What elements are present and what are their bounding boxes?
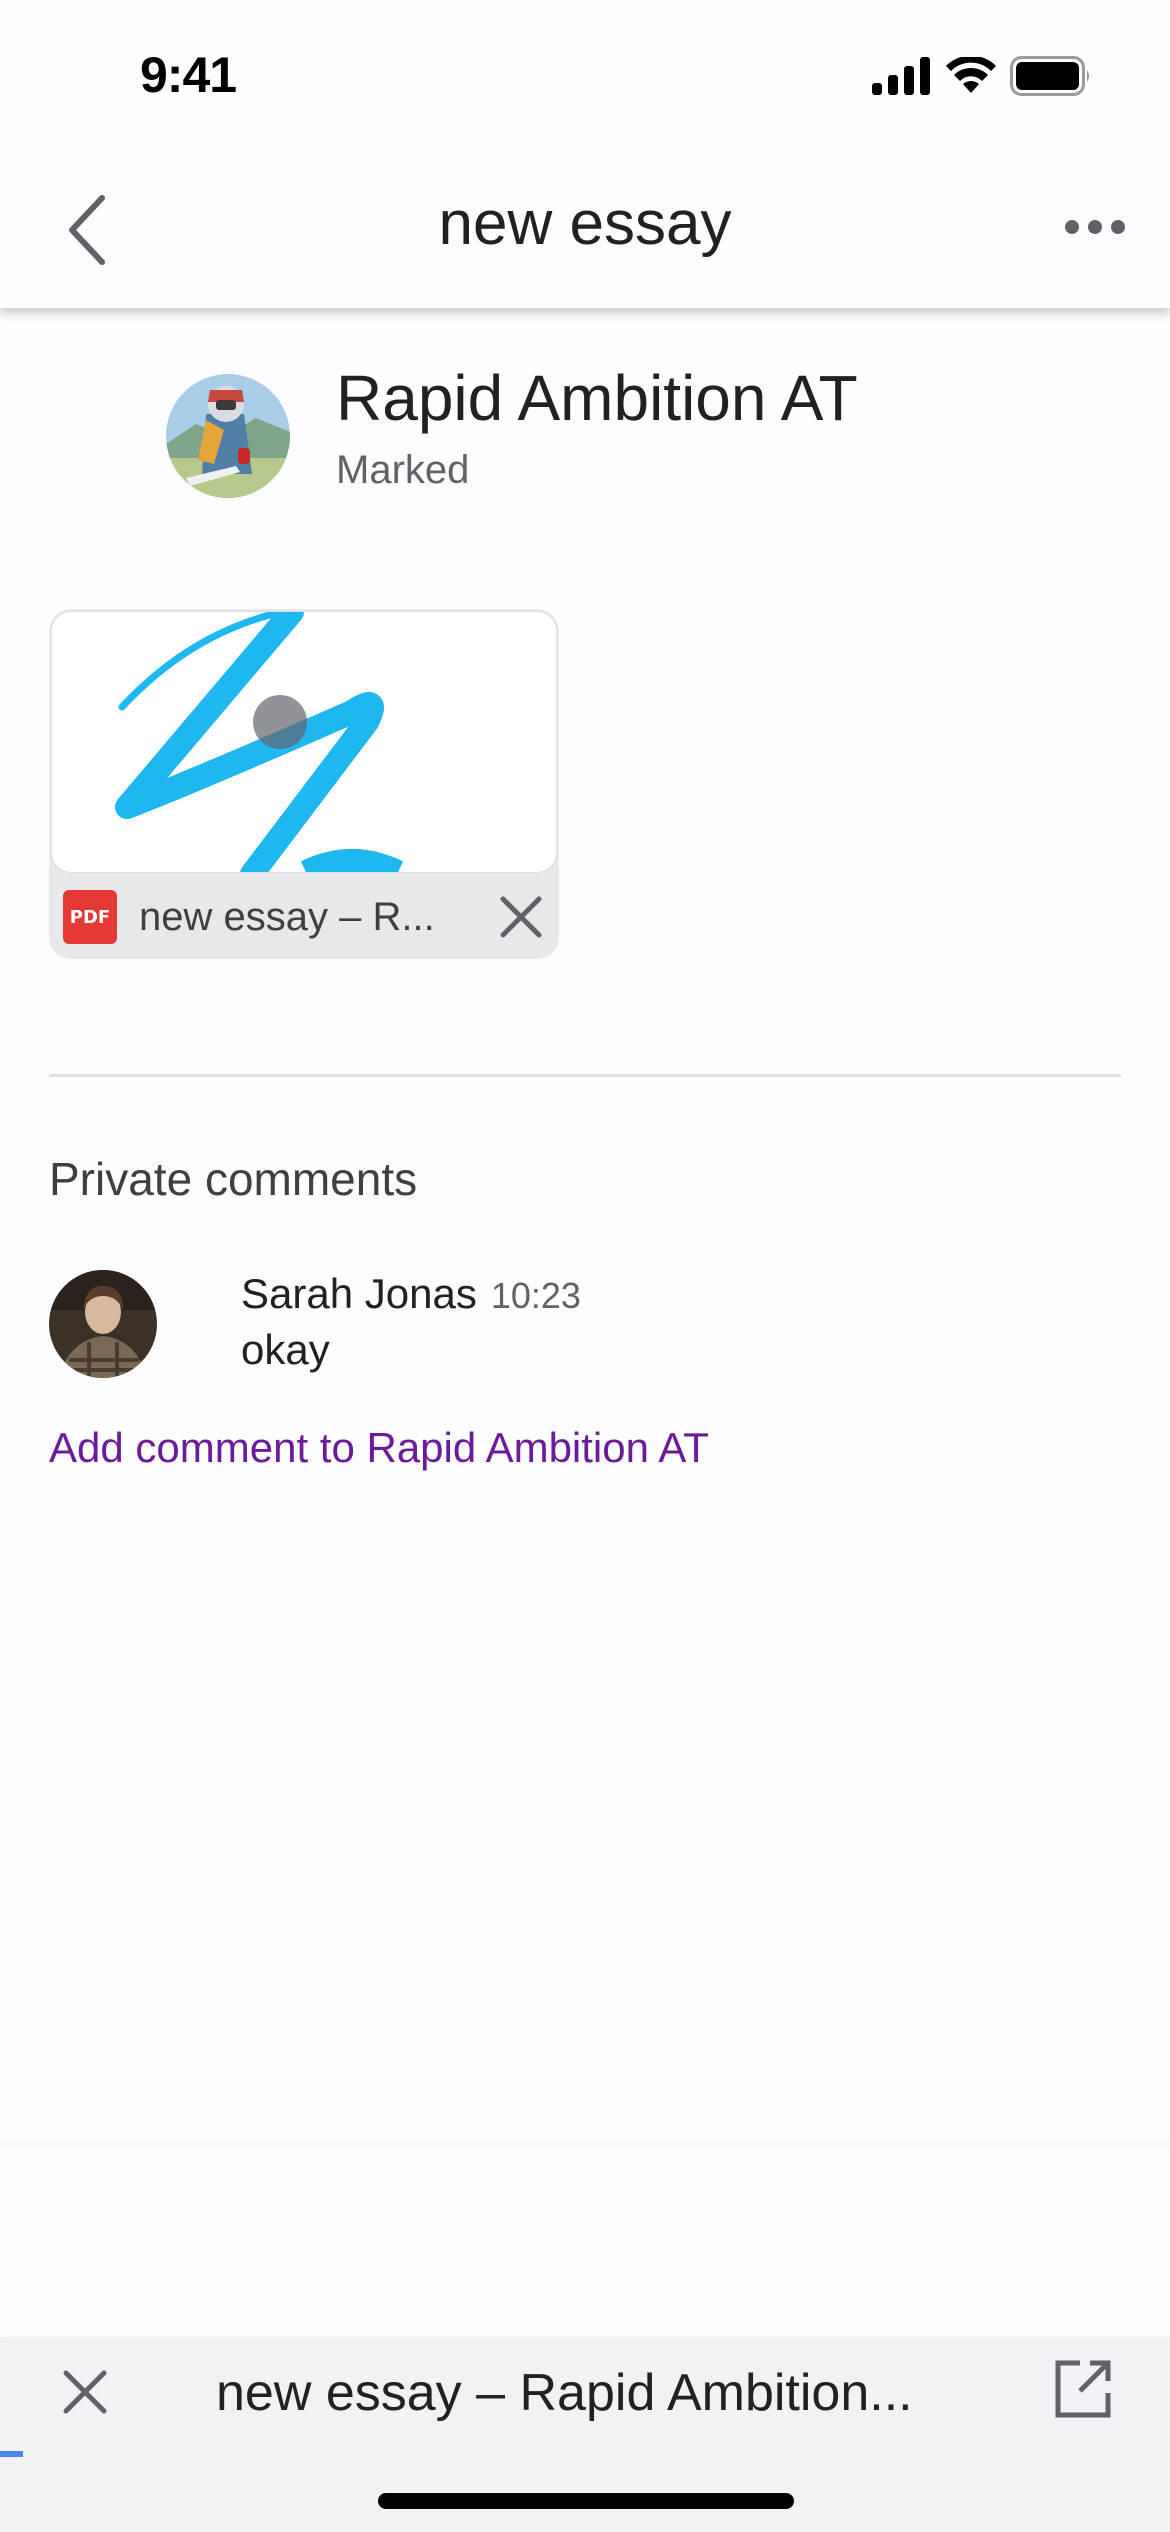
attachment-footer: PDF new essay – R... [49, 875, 559, 959]
comment-timestamp: 10:23 [490, 1275, 581, 1316]
cellular-signal-icon [872, 57, 930, 95]
more-horizontal-icon [1065, 220, 1125, 234]
document-title[interactable]: new essay – Rapid Ambition... [216, 2363, 913, 2423]
student-name: Rapid Ambition AT [336, 362, 858, 434]
student-header: Rapid Ambition AT Marked [166, 366, 858, 498]
motocross-rider-avatar-icon [166, 374, 290, 498]
student-avatar[interactable] [166, 374, 290, 498]
close-icon [500, 896, 542, 938]
wifi-icon [946, 57, 996, 93]
page-title: new essay [438, 189, 732, 258]
nav-bar: new essay [0, 150, 1170, 308]
close-document-button[interactable] [52, 2359, 118, 2425]
more-options-button[interactable] [1060, 202, 1130, 252]
status-icons [872, 56, 1092, 96]
open-in-new-icon [1055, 2360, 1111, 2418]
submission-status: Marked [336, 448, 470, 492]
comment-item: Sarah Jonas 10:23 okay [49, 1270, 581, 1378]
battery-icon [1010, 56, 1089, 96]
add-comment-link[interactable]: Add comment to Rapid Ambition AT [49, 1424, 709, 1472]
status-bar: 9:41 [0, 0, 1170, 150]
attachment-name[interactable]: new essay – R... [139, 895, 491, 940]
comment-author-avatar [49, 1270, 157, 1378]
open-in-new-button[interactable] [1050, 2357, 1116, 2423]
remove-attachment-button[interactable] [491, 887, 551, 947]
content-bottom-edge [0, 2143, 1170, 2145]
close-icon [63, 2370, 107, 2414]
section-divider [49, 1074, 1121, 1077]
pdf-file-icon: PDF [63, 890, 117, 944]
attachment-card[interactable]: PDF new essay – R... [49, 609, 559, 959]
user-portrait-avatar-icon [49, 1270, 157, 1378]
document-bar: new essay – Rapid Ambition... [0, 2337, 1170, 2457]
private-comments-heading: Private comments [49, 1153, 418, 1205]
comment-text: okay [241, 1326, 330, 1373]
comment-author: Sarah Jonas [241, 1270, 477, 1317]
status-time: 9:41 [140, 47, 237, 103]
scribble-thumbnail-icon [115, 612, 404, 872]
attachment-preview[interactable] [51, 611, 557, 873]
home-indicator[interactable] [378, 2493, 794, 2509]
